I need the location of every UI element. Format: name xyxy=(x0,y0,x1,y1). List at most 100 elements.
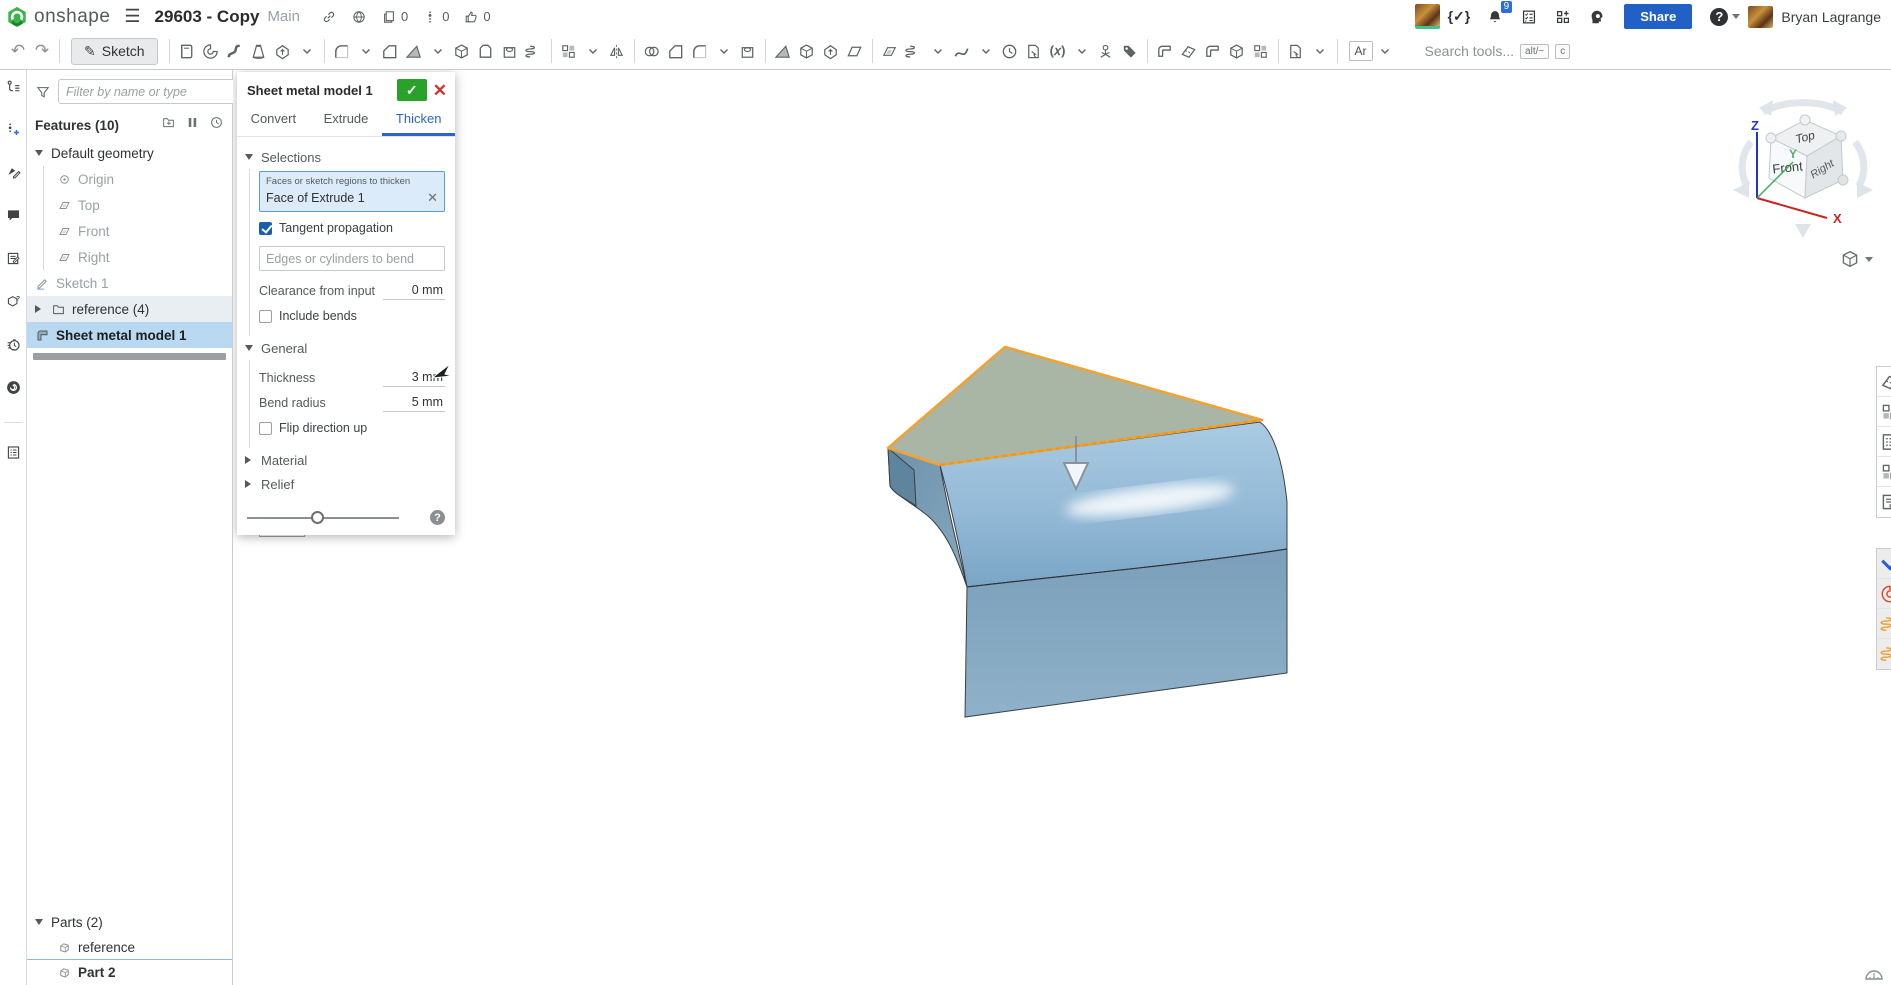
plane-icon[interactable] xyxy=(878,37,902,65)
hole-icon[interactable] xyxy=(498,37,522,65)
fillet-caret-icon[interactable] xyxy=(354,37,378,65)
delete-face-icon[interactable] xyxy=(736,37,760,65)
checkbox-unchecked-icon[interactable] xyxy=(259,421,272,435)
history-icon[interactable] xyxy=(5,336,22,358)
mirror-icon[interactable] xyxy=(605,37,629,65)
cancel-close-icon[interactable]: ✕ xyxy=(433,82,447,99)
faces-selection-box[interactable]: Faces or sketch regions to thicken Face … xyxy=(259,171,445,212)
slider-knob[interactable] xyxy=(310,510,324,524)
detail-slider[interactable] xyxy=(247,510,399,525)
boolean-icon[interactable] xyxy=(640,37,664,65)
undo-icon[interactable]: ↶ xyxy=(6,37,30,65)
edges-to-bend-input[interactable] xyxy=(259,246,445,271)
thread-icon[interactable] xyxy=(522,37,546,65)
part-row-reference[interactable]: reference xyxy=(27,935,232,960)
sheet-metal-model-3d[interactable] xyxy=(850,320,1350,740)
finish-sheet-metal-icon[interactable] xyxy=(1284,37,1308,65)
tree-item-sketch-1[interactable]: Sketch 1 xyxy=(27,270,232,296)
composite-curve-icon[interactable] xyxy=(998,37,1022,65)
revolve-icon[interactable] xyxy=(199,37,223,65)
tree-item-sheet-metal-model-1[interactable]: Sheet metal model 1 xyxy=(27,322,232,348)
replace-face-icon[interactable] xyxy=(795,37,819,65)
offset-surface-icon[interactable] xyxy=(819,37,843,65)
tag-icon[interactable] xyxy=(1118,37,1142,65)
confirm-check-button[interactable]: ✓ xyxy=(396,79,427,101)
relief-section-header[interactable]: Relief xyxy=(245,472,445,496)
shell-icon[interactable] xyxy=(474,37,498,65)
thicken-icon[interactable] xyxy=(271,37,295,65)
finish-caret-icon[interactable] xyxy=(1308,37,1332,65)
modify-fillet-icon[interactable] xyxy=(688,37,712,65)
sheet-metal-joint-icon[interactable] xyxy=(1177,37,1201,65)
sheet-metal-tab-icon[interactable] xyxy=(1225,37,1249,65)
hole-table-icon[interactable] xyxy=(1877,457,1891,487)
tree-item-origin[interactable]: Origin xyxy=(27,166,232,192)
general-section-header[interactable]: General xyxy=(245,336,445,360)
main-menu-icon[interactable]: ☰ xyxy=(124,6,140,27)
dialog-help-icon[interactable]: ? xyxy=(430,510,445,525)
draft-icon[interactable] xyxy=(402,37,426,65)
text-style-caret-icon[interactable] xyxy=(1373,37,1397,65)
remove-selection-icon[interactable]: ✕ xyxy=(427,190,438,206)
parts-header-row[interactable]: Parts (2) xyxy=(27,909,232,935)
follow-mode-icon[interactable] xyxy=(5,164,22,186)
help-menu[interactable]: ? xyxy=(1710,7,1741,26)
workspace-label[interactable]: Main xyxy=(267,8,300,25)
tree-item-top-plane[interactable]: Top xyxy=(27,192,232,218)
sheet-metal-table-icon[interactable] xyxy=(1877,427,1891,457)
user-name[interactable]: Bryan Lagrange xyxy=(1781,9,1881,25)
apps-grid-icon[interactable] xyxy=(1554,8,1572,26)
filter-funnel-icon[interactable] xyxy=(35,84,51,100)
tree-item-reference-folder[interactable]: reference (4) xyxy=(27,296,232,322)
filter-input[interactable] xyxy=(58,79,237,104)
rollback-bar[interactable] xyxy=(33,353,226,360)
rib-icon[interactable] xyxy=(450,37,474,65)
chevron-down-icon[interactable] xyxy=(35,919,43,925)
tree-item-front-plane[interactable]: Front xyxy=(27,218,232,244)
measure-protractor-icon[interactable] xyxy=(1863,964,1885,985)
bend-table-icon[interactable] xyxy=(1877,397,1891,427)
linear-pattern-icon[interactable] xyxy=(557,37,581,65)
sheet-metal-model-icon[interactable] xyxy=(1153,37,1177,65)
versions-icon[interactable]: 0 xyxy=(422,9,449,25)
color-palette-icon[interactable] xyxy=(1877,579,1891,609)
draft-caret-icon[interactable] xyxy=(426,37,450,65)
material-library-icon[interactable] xyxy=(1877,609,1891,639)
tree-item-default-geometry[interactable]: Default geometry xyxy=(27,140,232,166)
flat-pattern-icon[interactable] xyxy=(1877,367,1891,397)
checkbox-checked-icon[interactable] xyxy=(259,221,272,235)
enclose-icon[interactable] xyxy=(843,37,867,65)
tangent-propagation-checkbox-row[interactable]: Tangent propagation xyxy=(259,221,445,235)
public-globe-icon[interactable] xyxy=(351,9,367,25)
tab-extrude[interactable]: Extrude xyxy=(310,106,383,136)
redo-icon[interactable]: ↷ xyxy=(30,37,54,65)
isometric-view-button[interactable] xyxy=(1839,248,1873,270)
tasks-icon[interactable] xyxy=(1520,8,1538,26)
tree-item-right-plane[interactable]: Right xyxy=(27,244,232,270)
help-icon[interactable]: ? xyxy=(1710,7,1729,26)
onshape-logo-icon[interactable] xyxy=(6,6,28,28)
thicken-caret-icon[interactable] xyxy=(295,37,319,65)
help-spiral-icon[interactable] xyxy=(5,379,22,401)
ai-assistant-icon[interactable] xyxy=(1588,8,1606,26)
variable-caret-icon[interactable] xyxy=(1070,37,1094,65)
move-face-icon[interactable] xyxy=(771,37,795,65)
panel-collapse-icon[interactable] xyxy=(1877,549,1891,579)
variable-icon[interactable]: (𝑥) xyxy=(1046,37,1070,65)
text-style-button[interactable]: Ar xyxy=(1348,41,1373,61)
chevron-down-icon[interactable] xyxy=(35,150,43,156)
share-button[interactable]: Share xyxy=(1624,4,1693,29)
checkbox-unchecked-icon[interactable] xyxy=(259,309,272,323)
suppress-pause-icon[interactable] xyxy=(185,115,200,135)
graphics-viewport[interactable]: Sheet metal model 1 ✓ ✕ Convert Extrude … xyxy=(233,70,1891,985)
likes-icon[interactable]: 0 xyxy=(463,9,491,25)
share-link-icon[interactable] xyxy=(321,9,337,25)
cut-list-icon[interactable] xyxy=(1877,487,1891,517)
include-bends-checkbox-row[interactable]: Include bends xyxy=(259,309,445,323)
versions-graph-icon[interactable] xyxy=(5,78,22,100)
chamfer-icon[interactable] xyxy=(378,37,402,65)
chevron-right-icon[interactable] xyxy=(35,305,41,313)
copies-icon[interactable]: 0 xyxy=(381,9,408,25)
corner-break-icon[interactable] xyxy=(1249,37,1273,65)
notifications-bell-icon[interactable]: 9 xyxy=(1486,0,1513,26)
